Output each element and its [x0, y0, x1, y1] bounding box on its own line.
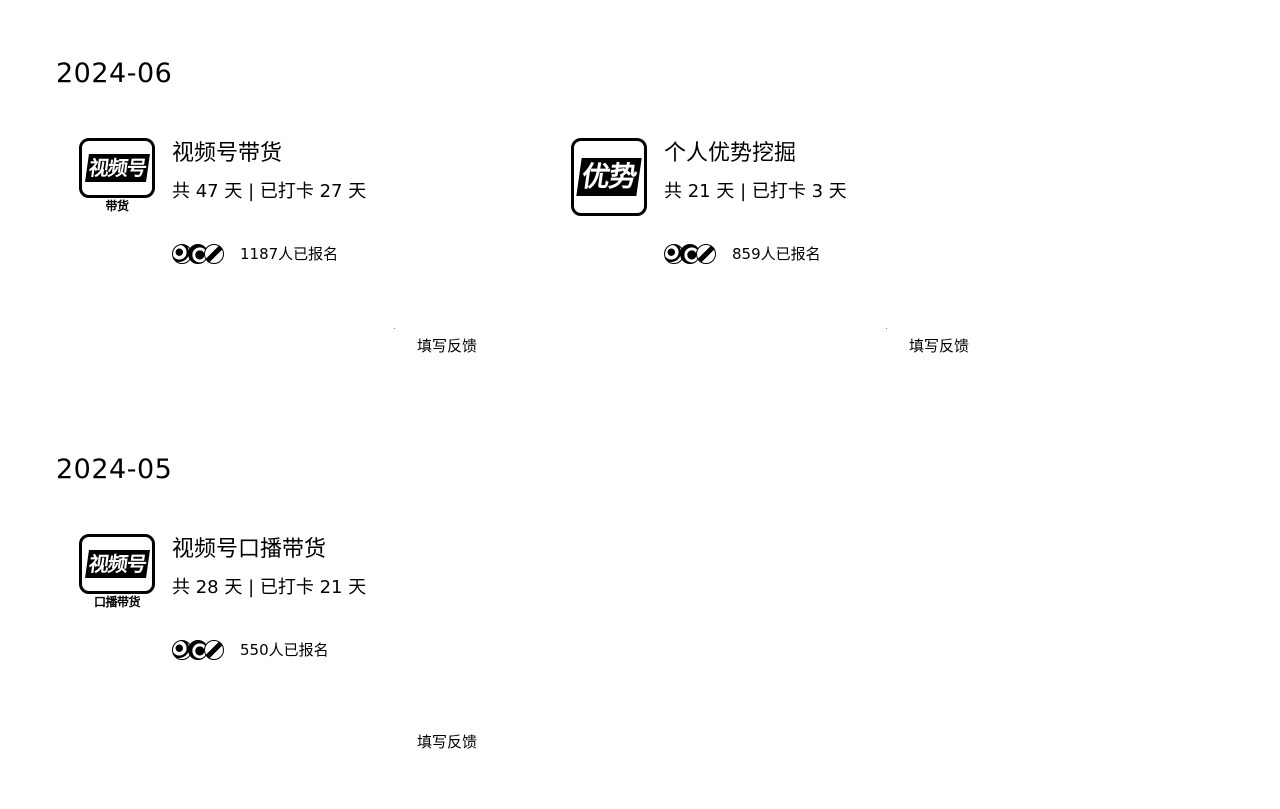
participant-avatars	[664, 244, 716, 264]
course-logo-text: 视频号	[84, 550, 150, 578]
course-logo-text: 优势	[576, 158, 642, 196]
course-progress: 共 21 天 | 已打卡 3 天	[664, 181, 847, 202]
divider-dot	[886, 328, 887, 329]
month-heading: 2024-05	[56, 454, 173, 485]
feedback-button[interactable]: 填写反馈	[417, 336, 477, 356]
divider-dot	[394, 328, 395, 329]
avatar	[204, 640, 224, 660]
feedback-button[interactable]: 填写反馈	[417, 732, 477, 752]
course-logo-subtext: 带货	[105, 199, 129, 213]
enrolled-count: 550人已报名	[240, 641, 329, 659]
course-progress: 共 28 天 | 已打卡 21 天	[172, 577, 367, 598]
participant-avatars	[172, 244, 224, 264]
course-card[interactable]: 视频号 口播带货 视频号口播带货 共 28 天 | 已打卡 21 天 550人已…	[77, 534, 517, 764]
course-title[interactable]: 视频号口播带货	[172, 536, 326, 564]
participant-avatars	[172, 640, 224, 660]
course-card[interactable]: 视频号 带货 视频号带货 共 47 天 | 已打卡 27 天 1187人已报名 …	[77, 138, 517, 368]
course-card[interactable]: 优势 个人优势挖掘 共 21 天 | 已打卡 3 天 859人已报名 填写反馈	[569, 138, 1009, 368]
course-progress: 共 47 天 | 已打卡 27 天	[172, 181, 367, 202]
avatar	[204, 244, 224, 264]
course-title[interactable]: 视频号带货	[172, 140, 282, 168]
course-logo-icon: 视频号 带货	[77, 138, 157, 218]
course-logo-subtext: 口播带货	[93, 595, 141, 609]
enrolled-count: 859人已报名	[732, 245, 821, 263]
avatar	[696, 244, 716, 264]
enrolled-count: 1187人已报名	[240, 245, 339, 263]
course-logo-icon: 优势	[569, 138, 649, 218]
month-heading: 2024-06	[56, 58, 173, 89]
course-logo-icon: 视频号 口播带货	[77, 534, 157, 614]
course-title[interactable]: 个人优势挖掘	[664, 140, 796, 168]
course-logo-text: 视频号	[84, 154, 150, 182]
feedback-button[interactable]: 填写反馈	[909, 336, 969, 356]
